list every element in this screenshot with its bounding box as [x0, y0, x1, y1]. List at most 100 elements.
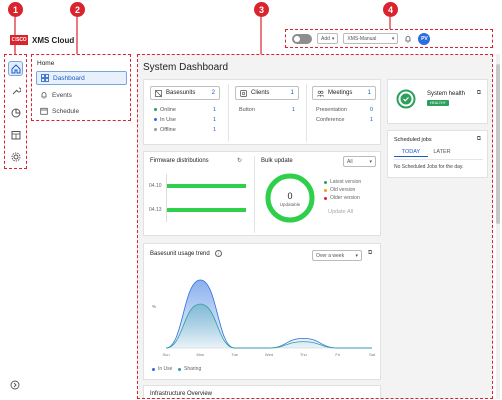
summary-card: Basesunits 2 Online 1 In Use 1 Offline 1 Cl… [143, 79, 381, 145]
row-value: 1 [291, 107, 295, 113]
clients-count: 1 [290, 90, 294, 96]
status-badge: HEALTHY [427, 100, 449, 106]
external-link-icon[interactable]: ⧉ [477, 90, 481, 97]
x-tick-label: Fri [335, 352, 340, 357]
list-item: In Use 1 [154, 117, 216, 123]
nav-item-events[interactable]: Events [36, 88, 127, 102]
infrastructure-card: Infrastructure Overview [143, 385, 381, 398]
bulk-update-title: Bulk update [261, 158, 293, 164]
row-label: Online [160, 107, 176, 113]
axis-line [166, 174, 167, 222]
gear-icon[interactable] [8, 149, 23, 164]
legend-label: Older version [330, 195, 360, 201]
meetings-button[interactable]: Meetings 1 [312, 86, 376, 100]
info-icon[interactable]: i [215, 250, 222, 257]
bell-icon[interactable] [403, 34, 413, 44]
infrastructure-title: Infrastructure Overview [150, 391, 213, 397]
x-tick-label: Sat [369, 352, 376, 357]
chevron-down-icon: ▾ [355, 252, 358, 259]
divider [228, 84, 229, 142]
row-value: 1 [212, 127, 216, 133]
status-dot [154, 108, 157, 112]
list-item: Presentation 0 [316, 107, 373, 113]
list-item: Online 1 [154, 107, 216, 113]
list-item: Button 1 [239, 107, 295, 113]
add-button[interactable]: Add ▾ [317, 33, 339, 44]
row-value: 1 [212, 107, 216, 113]
avatar[interactable]: PV [418, 32, 431, 45]
add-button-label: Add [321, 35, 330, 42]
legend-item: Latest version [324, 179, 361, 185]
legend-item: Old version [324, 187, 355, 193]
row-label: Presentation [316, 107, 347, 113]
pie-chart-icon[interactable] [8, 105, 23, 120]
firmware-label: 04.13 [149, 207, 162, 213]
usage-trend-chart: % Sun Mon Tue Wed Thu Fri Sat [152, 279, 376, 357]
x-tick-label: Sun [162, 352, 169, 357]
home-icon[interactable] [8, 61, 23, 76]
icon-rail [4, 54, 27, 169]
empty-message: No Scheduled Jobs for the day. [394, 164, 464, 170]
list-item: Conference 1 [316, 117, 373, 123]
scheduled-jobs-card: Scheduled jobs ⧉ TODAY LATER No Schedule… [387, 130, 488, 178]
theme-toggle[interactable] [292, 33, 312, 44]
nav-item-dashboard[interactable]: Dashboard [36, 71, 127, 85]
divider [306, 84, 307, 142]
basesunits-button[interactable]: Basesunits 2 [150, 86, 220, 100]
tab-later[interactable]: LATER [430, 149, 454, 155]
x-tick-label: Wed [265, 352, 273, 357]
update-all-button[interactable]: Update All [328, 209, 353, 215]
refresh-icon[interactable]: ↻ [237, 157, 242, 164]
meetings-count: 1 [367, 90, 371, 96]
scrollbar-thumb[interactable] [496, 64, 500, 224]
updatable-label: Updatable [279, 202, 301, 207]
chevron-down-icon: ▾ [331, 35, 335, 42]
clients-label: Clients [251, 90, 270, 96]
calendar-icon [40, 107, 48, 115]
row-label: Button [239, 107, 255, 113]
wrench-icon[interactable] [8, 83, 23, 98]
bulk-filter-select[interactable]: All ▾ [343, 156, 376, 167]
external-link-icon[interactable]: ⧉ [368, 250, 372, 257]
clients-button[interactable]: Clients 1 [235, 86, 299, 100]
tab-today[interactable]: TODAY [394, 149, 428, 157]
page-title: System Dashboard [143, 62, 229, 73]
range-select[interactable]: Over a week ▾ [312, 250, 362, 261]
side-nav: Home Dashboard Events Schedule [31, 54, 131, 121]
legend-dot [324, 180, 327, 184]
scrollbar[interactable] [496, 54, 500, 399]
system-select-value: XMS-Manual [347, 35, 377, 42]
legend-label: Sharing [184, 366, 202, 372]
chevron-down-icon: ▾ [391, 35, 395, 42]
divider [254, 156, 255, 233]
row-label: Offline [160, 127, 176, 133]
basesunits-count: 2 [211, 90, 215, 96]
expand-icon[interactable] [7, 377, 22, 392]
firmware-label: 04.10 [149, 183, 162, 189]
legend-label: Latest version [330, 179, 362, 185]
basesunit-icon [155, 89, 162, 97]
divider [394, 159, 483, 160]
range-select-value: Over a week [316, 252, 345, 259]
y-axis-label: % [152, 304, 156, 309]
external-link-icon[interactable]: ⧉ [477, 136, 481, 143]
firmware-bar [166, 184, 246, 188]
legend-item: In Use [152, 366, 172, 372]
row-value: 1 [369, 117, 373, 123]
grid-icon [41, 74, 49, 82]
legend-item: Sharing [178, 366, 201, 372]
nav-item-schedule[interactable]: Schedule [36, 104, 127, 118]
system-select[interactable]: XMS-Manual ▾ [343, 33, 399, 44]
firmware-bulk-card: Firmware distributions ↻ 04.10 04.13 Bul… [143, 151, 381, 236]
x-tick-label: Thu [300, 352, 307, 357]
legend-label: Old version [330, 187, 356, 193]
row-label: Conference [316, 117, 345, 123]
meetings-label: Meetings [328, 90, 353, 96]
nav-item-label: Schedule [52, 107, 80, 115]
calendar-grid-icon[interactable] [8, 127, 23, 142]
system-health-label: System health [427, 91, 466, 97]
status-dot [154, 118, 157, 122]
legend-dot [178, 367, 181, 371]
row-value: 0 [369, 107, 373, 113]
x-tick-label: Tue [231, 352, 239, 357]
